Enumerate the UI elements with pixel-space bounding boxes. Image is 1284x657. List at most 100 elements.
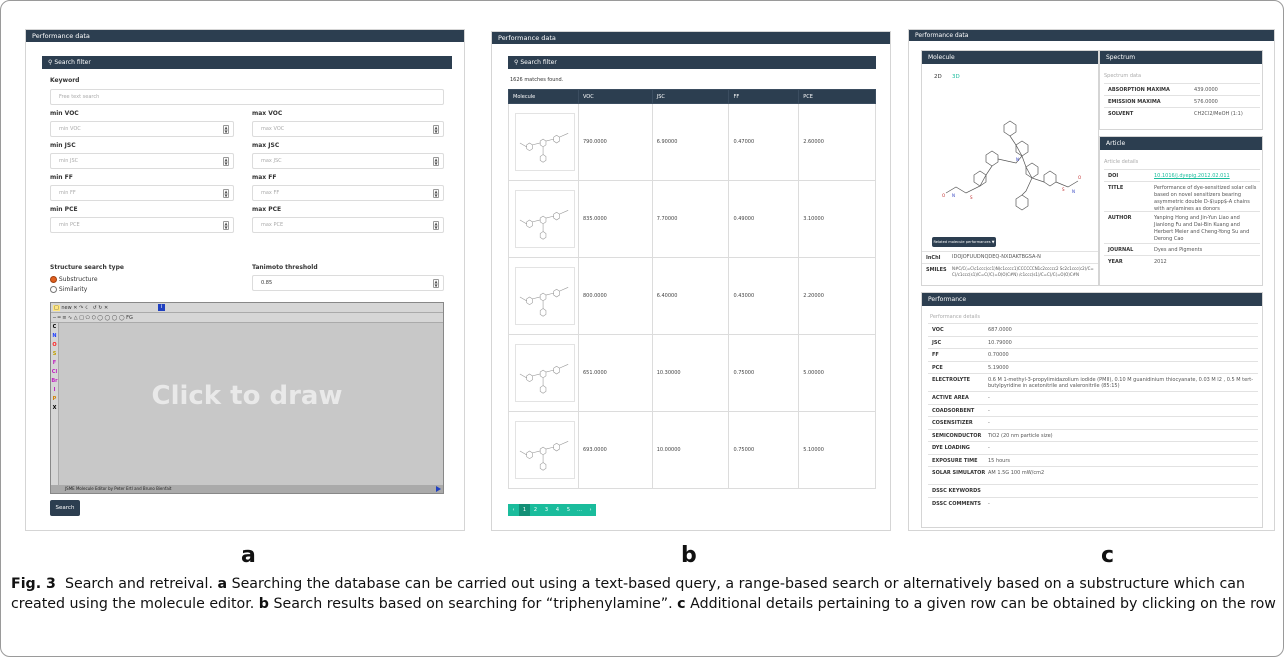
performance-row: ACTIVE AREA - xyxy=(928,391,1258,404)
tanimoto-label: Tanimoto threshold xyxy=(252,264,318,271)
range-max-input[interactable]: max VOC ▲ ▼ xyxy=(252,121,444,137)
results-header-row: Molecule VOC JSC FF PCE xyxy=(508,89,876,104)
table-cell[interactable]: 0.43000 xyxy=(728,257,800,335)
range-min-stepper[interactable]: ▲ ▼ xyxy=(223,157,229,166)
range-max-stepper[interactable]: ▲ ▼ xyxy=(433,157,439,166)
table-cell[interactable]: 6.90000 xyxy=(651,103,730,181)
atom-c[interactable]: C xyxy=(51,323,58,332)
radio-substructure[interactable]: Substructure xyxy=(50,276,98,283)
table-cell[interactable]: 0.47000 xyxy=(728,103,800,181)
range-max-input[interactable]: max PCE ▲ ▼ xyxy=(252,217,444,233)
performance-key: PCE xyxy=(932,364,943,371)
molecule-editor[interactable]: □ new ✕ ↷ ☇ ↺ ↻ ✕ i ─ ═ ≡ ∿ △ □ ⬠ ⬡ ◯ ◯ … xyxy=(50,302,444,494)
page-button[interactable]: 4 xyxy=(552,504,563,516)
table-cell[interactable]: 10.30000 xyxy=(651,334,730,412)
atom-f[interactable]: F xyxy=(51,359,58,368)
page-button[interactable]: ‹ xyxy=(508,504,519,516)
table-cell[interactable]: 693.0000 xyxy=(577,411,653,489)
page-button[interactable]: 3 xyxy=(541,504,552,516)
year-value: 2012 xyxy=(1154,259,1167,265)
atom-o[interactable]: O xyxy=(51,341,58,350)
radio-checked-icon xyxy=(50,276,57,283)
panel-a-search-filter-header[interactable]: ⚲ Search filter xyxy=(42,56,452,69)
table-cell[interactable]: 3.10000 xyxy=(798,180,876,258)
performance-key: COSENSITIZER xyxy=(932,420,973,426)
search-icon: ⚲ xyxy=(48,59,53,66)
table-row[interactable]: 693.0000 10.00000 0.75000 5.10000 xyxy=(508,411,876,489)
keyword-input[interactable]: Free text search xyxy=(50,89,444,105)
table-cell[interactable]: 5.10000 xyxy=(798,411,876,489)
atom-s[interactable]: S xyxy=(51,350,58,359)
table-cell[interactable]: 800.0000 xyxy=(577,257,653,335)
page-button[interactable]: 2 xyxy=(530,504,541,516)
molecule-cell[interactable] xyxy=(508,180,579,258)
range-min-input[interactable]: min VOC ▲ ▼ xyxy=(50,121,234,137)
panel-b-search-filter-header[interactable]: ⚲ Search filter xyxy=(508,56,876,69)
range-min-stepper[interactable]: ▲ ▼ xyxy=(223,125,229,134)
tanimoto-input[interactable]: 0.85 ▲ ▼ xyxy=(252,275,444,291)
range-max-stepper[interactable]: ▲ ▼ xyxy=(433,189,439,198)
table-cell[interactable]: 2.60000 xyxy=(798,103,876,181)
molecule-thumbnail[interactable] xyxy=(515,267,575,325)
molecule-identifiers: InChI IDOJOFUUDNQDEQ-NXDAKTBGSA-N SMILES… xyxy=(922,251,1098,285)
editor-new-label[interactable]: new xyxy=(61,305,71,311)
col-ff[interactable]: FF xyxy=(728,89,800,104)
range-max-input[interactable]: max FF ▲ ▼ xyxy=(252,185,444,201)
svg-text:N: N xyxy=(1072,189,1075,194)
page-button[interactable]: 1 xyxy=(519,504,530,516)
atom-n[interactable]: N xyxy=(51,332,58,341)
molecule-thumbnail[interactable] xyxy=(515,113,575,171)
molecule-thumbnail[interactable] xyxy=(515,344,575,402)
search-filter-label: Search filter xyxy=(54,59,91,66)
col-pce[interactable]: PCE xyxy=(798,89,876,104)
range-min-input[interactable]: min PCE ▲ ▼ xyxy=(50,217,234,233)
tab-3d[interactable]: 3D xyxy=(952,74,960,80)
range-min-input[interactable]: min JSC ▲ ▼ xyxy=(50,153,234,169)
molecule-cell[interactable] xyxy=(508,103,579,181)
table-cell[interactable]: 0.75000 xyxy=(728,411,800,489)
table-cell[interactable]: 0.49000 xyxy=(728,180,800,258)
table-cell[interactable]: 5.00000 xyxy=(798,334,876,412)
editor-resize-icon[interactable] xyxy=(436,486,441,492)
table-row[interactable]: 800.0000 6.40000 0.43000 2.20000 xyxy=(508,257,876,335)
page-button[interactable]: 5 xyxy=(563,504,574,516)
click-to-draw-text[interactable]: Click to draw xyxy=(51,381,443,411)
range-min-input[interactable]: min FF ▲ ▼ xyxy=(50,185,234,201)
range-max-stepper[interactable]: ▲ ▼ xyxy=(433,221,439,230)
range-max-stepper[interactable]: ▲ ▼ xyxy=(433,125,439,134)
tab-2d[interactable]: 2D xyxy=(934,74,942,80)
col-voc[interactable]: VOC xyxy=(577,89,653,104)
molecule-cell[interactable] xyxy=(508,411,579,489)
table-cell[interactable]: 10.00000 xyxy=(651,411,730,489)
table-cell[interactable]: 835.0000 xyxy=(577,180,653,258)
table-cell[interactable]: 790.0000 xyxy=(577,103,653,181)
related-molecule-performances-button[interactable]: Related molecule performances ▼ xyxy=(932,237,996,247)
range-min-stepper[interactable]: ▲ ▼ xyxy=(223,221,229,230)
molecule-thumbnail[interactable] xyxy=(515,421,575,479)
atom-cl[interactable]: Cl xyxy=(51,368,58,377)
col-jsc[interactable]: JSC xyxy=(651,89,730,104)
tanimoto-stepper[interactable]: ▲ ▼ xyxy=(433,279,439,288)
table-row[interactable]: 835.0000 7.70000 0.49000 3.10000 xyxy=(508,180,876,258)
editor-info-icon[interactable]: i xyxy=(158,304,165,311)
page-button[interactable]: … xyxy=(574,504,585,516)
table-row[interactable]: 790.0000 6.90000 0.47000 2.60000 xyxy=(508,103,876,181)
table-cell[interactable]: 0.75000 xyxy=(728,334,800,412)
molecule-cell[interactable] xyxy=(508,257,579,335)
table-cell[interactable]: 651.0000 xyxy=(577,334,653,412)
table-cell[interactable]: 7.70000 xyxy=(651,180,730,258)
editor-new-button[interactable]: □ xyxy=(53,305,60,311)
search-button[interactable]: Search xyxy=(50,500,80,516)
page-button[interactable]: › xyxy=(585,504,596,516)
molecule-thumbnail[interactable] xyxy=(515,190,575,248)
range-max-input[interactable]: max JSC ▲ ▼ xyxy=(252,153,444,169)
radio-similarity[interactable]: Similarity xyxy=(50,286,87,293)
table-cell[interactable]: 2.20000 xyxy=(798,257,876,335)
table-cell[interactable]: 6.40000 xyxy=(651,257,730,335)
table-row[interactable]: 651.0000 10.30000 0.75000 5.00000 xyxy=(508,334,876,412)
bond-tools-icon[interactable]: ─ ═ ≡ ∿ △ □ ⬠ ⬡ ◯ ◯ ◯ ◯ FG xyxy=(53,315,133,321)
range-min-stepper[interactable]: ▲ ▼ xyxy=(223,189,229,198)
col-molecule[interactable]: Molecule xyxy=(508,89,579,104)
molecule-cell[interactable] xyxy=(508,334,579,412)
doi-link[interactable]: 10.1016/j.dyepig.2012.02.011 xyxy=(1154,173,1230,180)
